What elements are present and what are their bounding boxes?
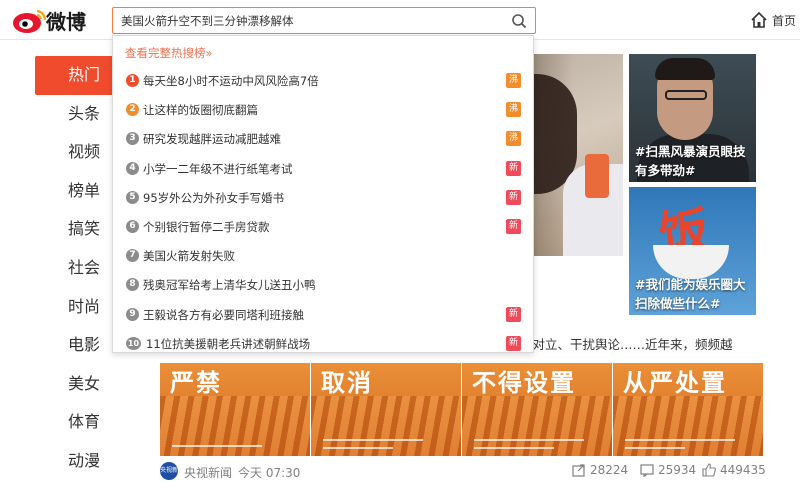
top-header: 微博 首页 xyxy=(0,0,800,40)
image-hands xyxy=(160,396,310,456)
rank-number: 5 xyxy=(126,190,139,204)
hot-search-text: 小学一二年级不进行纸笔考试 xyxy=(143,161,293,176)
rank-number: 9 xyxy=(126,307,139,321)
rank-number: 10 xyxy=(126,336,141,350)
hot-search-item[interactable]: 3 研究发现越胖运动减肥越难 沸 xyxy=(113,125,533,153)
search-input[interactable] xyxy=(121,11,501,31)
hot-search-item[interactable]: 8 残奥冠军给考上清华女儿送丑小鸭 xyxy=(113,271,533,299)
weibo-logo-icon xyxy=(13,9,47,33)
brand-name: 微博 xyxy=(46,10,86,34)
sidebar-item-beauty[interactable]: 美女 xyxy=(35,365,135,404)
tile-title: 从严处置 xyxy=(623,369,727,397)
tile-line xyxy=(323,447,393,449)
hot-search-item[interactable]: 9 王毅说各方有必要同塔利班接触 新 xyxy=(113,301,533,329)
rank-number: 6 xyxy=(126,220,139,233)
home-label: 首页 xyxy=(772,13,797,28)
post-image-3[interactable]: 不得设置 xyxy=(462,363,612,456)
hot-search-item[interactable]: 10 11位抗美援朝老兵讲述朝鲜战场 新 xyxy=(113,330,533,358)
like-icon xyxy=(702,463,716,477)
sidebar-item-anime[interactable]: 动漫 xyxy=(35,442,135,481)
tile-line xyxy=(323,439,423,441)
post-snippet[interactable]: 动对立、干扰舆论……近年来，频频越 xyxy=(520,334,760,353)
image-figure-hair xyxy=(655,58,715,80)
feature-caption-top: #扫黑风暴演员眼技有多带劲# xyxy=(635,144,746,178)
share-count: 28224 xyxy=(590,463,629,477)
tile-line xyxy=(172,445,262,447)
rank-number: 7 xyxy=(126,249,139,263)
like-count: 449435 xyxy=(720,463,766,477)
hot-search-text: 王毅说各方有必要同塔利班接触 xyxy=(143,307,304,322)
hot-search-item[interactable]: 4 小学一二年级不进行纸笔考试 新 xyxy=(113,155,533,183)
tile-line xyxy=(474,439,584,441)
boiling-badge: 沸 xyxy=(506,102,521,118)
like-button[interactable]: 449435 xyxy=(702,463,766,477)
rank-number: 2 xyxy=(126,103,139,117)
post-image-2[interactable]: 取消 xyxy=(311,363,461,456)
boiling-badge: 沸 xyxy=(506,73,521,88)
image-bowl xyxy=(653,245,729,279)
search-box[interactable] xyxy=(112,7,536,34)
hot-search-text: 残奥冠军给考上清华女儿送丑小鸭 xyxy=(143,278,316,293)
feature-card-bottom[interactable]: 饭 #我们能为娱乐圈大扫除做些什么# xyxy=(629,187,756,315)
hot-search-item[interactable]: 7 美国火箭发射失败 xyxy=(113,242,533,270)
rank-number: 8 xyxy=(126,278,139,292)
image-cup xyxy=(585,154,609,198)
hot-search-item[interactable]: 6 个别银行暂停二手房贷款 新 xyxy=(113,213,533,241)
tile-title: 取消 xyxy=(321,369,373,397)
rank-number: 4 xyxy=(126,161,139,175)
home-icon xyxy=(751,11,767,28)
hot-search-text: 95岁外公为外孙女手写婚书 xyxy=(143,190,285,205)
comment-count: 25934 xyxy=(658,463,697,477)
boiling-badge: 沸 xyxy=(506,131,521,147)
post-time: 今天 07:30 xyxy=(238,466,301,480)
share-button[interactable]: 28224 xyxy=(572,463,628,477)
tile-line xyxy=(625,439,735,441)
new-badge: 新 xyxy=(506,189,521,205)
new-badge: 新 xyxy=(506,306,521,322)
new-badge: 新 xyxy=(506,160,521,176)
tile-title: 不得设置 xyxy=(472,369,576,397)
image-glasses xyxy=(665,90,707,100)
full-hot-list-link[interactable]: 查看完整热搜榜» xyxy=(125,45,213,61)
search-icon[interactable] xyxy=(511,13,527,29)
comment-icon xyxy=(640,464,654,477)
feature-main-image[interactable] xyxy=(533,54,623,256)
rank-number: 1 xyxy=(126,74,139,87)
new-badge: 新 xyxy=(506,219,521,234)
hot-search-text: 个别银行暂停二手房贷款 xyxy=(143,220,270,234)
hot-search-text: 研究发现越胖运动减肥越难 xyxy=(143,132,281,147)
tile-line xyxy=(625,447,685,449)
hot-search-item[interactable]: 1 每天坐8小时不运动中风风险高7倍 沸 xyxy=(113,67,533,95)
post-image-1[interactable]: 严禁 xyxy=(160,363,310,456)
tile-title: 严禁 xyxy=(170,369,222,397)
hot-search-text: 每天坐8小时不运动中风风险高7倍 xyxy=(143,74,319,88)
sidebar-item-sports[interactable]: 体育 xyxy=(35,403,135,442)
comment-button[interactable]: 25934 xyxy=(640,463,696,477)
post-image-4[interactable]: 从严处置 xyxy=(613,363,763,456)
hot-search-item[interactable]: 2 让这样的饭圈彻底翻篇 沸 xyxy=(113,96,533,124)
source-avatar[interactable]: 央视新闻 xyxy=(160,462,178,491)
post-meta: 央视新闻 央视新闻 今天 07:30 28224 25934 449435 xyxy=(160,461,766,491)
share-icon xyxy=(572,464,585,477)
feature-caption-bottom: #我们能为娱乐圈大扫除做些什么# xyxy=(635,277,746,311)
hot-search-item[interactable]: 5 95岁外公为外孙女手写婚书 新 xyxy=(113,184,533,212)
new-badge: 新 xyxy=(506,335,521,351)
hot-search-dropdown: 查看完整热搜榜» 1 每天坐8小时不运动中风风险高7倍沸 2 让这样的饭圈彻底翻篇沸 3… xyxy=(112,35,534,353)
home-link[interactable]: 首页 xyxy=(750,10,796,30)
feature-card-top[interactable]: #扫黑风暴演员眼技有多带劲# xyxy=(629,54,756,182)
hot-search-text: 11位抗美援朝老兵讲述朝鲜战场 xyxy=(146,336,311,351)
source-name[interactable]: 央视新闻 xyxy=(184,464,232,481)
hot-search-text: 让这样的饭圈彻底翻篇 xyxy=(143,103,258,118)
hot-search-text: 美国火箭发射失败 xyxy=(143,249,235,264)
tile-line xyxy=(474,447,554,449)
rank-number: 3 xyxy=(126,132,139,146)
